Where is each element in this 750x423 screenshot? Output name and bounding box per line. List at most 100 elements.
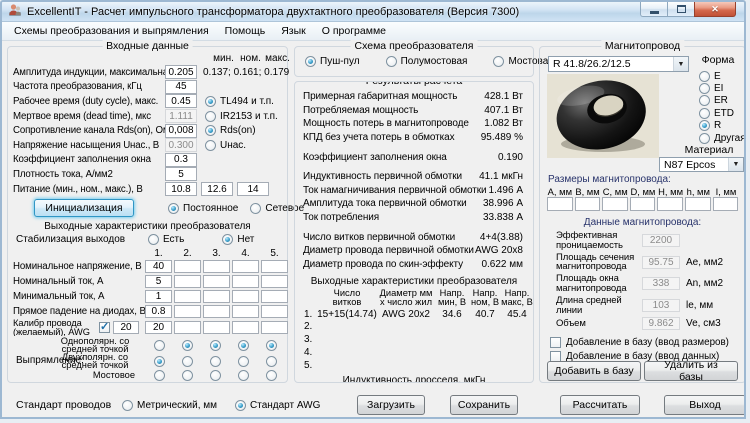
stabilization-radio[interactable] bbox=[148, 234, 159, 245]
input-field[interactable]: 45 bbox=[165, 80, 197, 94]
input-field[interactable]: 5 bbox=[165, 167, 197, 181]
input-field[interactable]: 0.3 bbox=[165, 153, 197, 167]
rectification-radio[interactable] bbox=[210, 370, 221, 381]
menu-item-1[interactable]: Схемы преобразования и выпрямления bbox=[6, 23, 217, 39]
rectification-radio[interactable] bbox=[238, 370, 249, 381]
exit-button[interactable]: Выход bbox=[664, 395, 746, 415]
input-field[interactable]: 0,008 bbox=[165, 124, 197, 138]
load-button[interactable]: Загрузить bbox=[357, 395, 425, 415]
size-field[interactable] bbox=[547, 197, 573, 211]
output-grid-field[interactable]: 40 bbox=[145, 260, 172, 273]
output-grid-field[interactable] bbox=[174, 260, 201, 273]
wire-standard-radio[interactable] bbox=[122, 400, 133, 411]
rectification-radio[interactable] bbox=[266, 356, 277, 367]
stabilization-radio[interactable] bbox=[222, 234, 233, 245]
rectification-radio[interactable] bbox=[210, 340, 221, 351]
shape-radio[interactable] bbox=[699, 71, 710, 82]
output-grid-field[interactable] bbox=[261, 275, 288, 288]
driver-radio[interactable] bbox=[205, 111, 216, 122]
output-grid-field[interactable] bbox=[261, 305, 288, 318]
rectification-radio[interactable] bbox=[266, 370, 277, 381]
output-grid-field[interactable] bbox=[174, 275, 201, 288]
result-label: Диаметр провода первичной обмотки bbox=[303, 245, 474, 256]
output-grid-field[interactable] bbox=[203, 275, 230, 288]
delete-from-base-button[interactable]: Удалить из базы bbox=[644, 361, 738, 381]
calculate-button[interactable]: Рассчитать bbox=[560, 395, 640, 415]
scheme-radio[interactable] bbox=[305, 56, 316, 67]
rectification-radio[interactable] bbox=[154, 356, 165, 367]
size-field[interactable] bbox=[685, 197, 711, 211]
rectification-radio[interactable] bbox=[210, 356, 221, 367]
output-grid-field[interactable] bbox=[261, 290, 288, 303]
supply-voltage-field[interactable]: 10.8 bbox=[165, 182, 197, 196]
output-grid-field[interactable] bbox=[174, 321, 201, 334]
output-grid-field[interactable] bbox=[203, 260, 230, 273]
input-field[interactable]: 0.45 bbox=[165, 94, 197, 108]
minimize-button[interactable] bbox=[640, 2, 668, 17]
output-grid-field[interactable] bbox=[232, 321, 259, 334]
save-button[interactable]: Сохранить bbox=[450, 395, 518, 415]
input-row: Амплитуда индукции, максимальная, Т0.205… bbox=[13, 65, 285, 80]
maximize-button[interactable] bbox=[667, 2, 695, 17]
close-button[interactable]: ✕ bbox=[694, 2, 736, 17]
shape-radio[interactable] bbox=[699, 95, 710, 106]
size-field[interactable] bbox=[657, 197, 683, 211]
output-grid-field[interactable]: 0.8 bbox=[145, 305, 172, 318]
add-to-base-checkbox[interactable] bbox=[550, 351, 561, 362]
init-button[interactable]: Инициализация bbox=[34, 199, 134, 217]
rectification-radio[interactable] bbox=[238, 356, 249, 367]
size-field[interactable] bbox=[630, 197, 656, 211]
desired-gauge-checkbox[interactable] bbox=[99, 322, 110, 333]
size-field[interactable] bbox=[575, 197, 601, 211]
shape-radio[interactable] bbox=[699, 83, 710, 94]
chevron-down-icon[interactable]: ▼ bbox=[673, 57, 688, 71]
output-grid-field[interactable]: 5 bbox=[145, 275, 172, 288]
output-grid-field[interactable] bbox=[261, 321, 288, 334]
chevron-down-icon[interactable]: ▼ bbox=[728, 158, 743, 171]
size-field[interactable] bbox=[602, 197, 628, 211]
desired-gauge-field[interactable]: 20 bbox=[113, 321, 139, 334]
driver-radio[interactable] bbox=[205, 96, 216, 107]
menu-item-2[interactable]: Помощь bbox=[217, 23, 274, 39]
supply-voltage-field[interactable]: 14 bbox=[237, 182, 269, 196]
rectification-radio[interactable] bbox=[266, 340, 277, 351]
driver-radio[interactable] bbox=[205, 140, 216, 151]
output-grid-field[interactable] bbox=[203, 290, 230, 303]
rectification-radio[interactable] bbox=[154, 340, 165, 351]
supply-type-radio[interactable] bbox=[168, 203, 179, 214]
material-combobox[interactable]: N87 Epcos ▼ bbox=[659, 157, 744, 172]
shape-radio[interactable] bbox=[699, 120, 710, 131]
output-grid-field[interactable] bbox=[174, 290, 201, 303]
rectification-radio[interactable] bbox=[182, 370, 193, 381]
input-field[interactable]: 0.205 bbox=[165, 65, 197, 79]
shape-radio[interactable] bbox=[699, 108, 710, 119]
scheme-radio[interactable] bbox=[386, 56, 397, 67]
output-grid-field[interactable] bbox=[174, 305, 201, 318]
output-grid-field[interactable]: 1 bbox=[145, 290, 172, 303]
core-select-combobox[interactable]: R 41.8/26.2/12.5 ▼ bbox=[548, 56, 689, 72]
add-to-base-checkbox[interactable] bbox=[550, 337, 561, 348]
rectification-radio[interactable] bbox=[182, 356, 193, 367]
size-field[interactable] bbox=[713, 197, 739, 211]
wire-standard-radio[interactable] bbox=[235, 400, 246, 411]
output-grid-field[interactable] bbox=[232, 290, 259, 303]
output-grid-field[interactable] bbox=[232, 305, 259, 318]
output-grid-field[interactable] bbox=[232, 275, 259, 288]
rectification-radio[interactable] bbox=[182, 340, 193, 351]
driver-radio[interactable] bbox=[205, 125, 216, 136]
rectification-radio[interactable] bbox=[238, 340, 249, 351]
scheme-radio[interactable] bbox=[493, 56, 504, 67]
output-grid-field[interactable] bbox=[203, 305, 230, 318]
menu-item-3[interactable]: Язык bbox=[273, 23, 314, 39]
add-to-base-button[interactable]: Добавить в базу bbox=[547, 361, 641, 381]
menu-item-4[interactable]: О программе bbox=[314, 23, 394, 39]
output-grid-field[interactable] bbox=[261, 260, 288, 273]
supply-voltage-field[interactable]: 12.6 bbox=[201, 182, 233, 196]
supply-type-radio[interactable] bbox=[250, 203, 261, 214]
shape-radio[interactable] bbox=[699, 133, 710, 144]
output-table-header-cell: Напр. мин, В bbox=[435, 289, 469, 308]
output-grid-field[interactable]: 20 bbox=[145, 321, 172, 334]
output-grid-field[interactable] bbox=[203, 321, 230, 334]
rectification-radio[interactable] bbox=[154, 370, 165, 381]
output-grid-field[interactable] bbox=[232, 260, 259, 273]
